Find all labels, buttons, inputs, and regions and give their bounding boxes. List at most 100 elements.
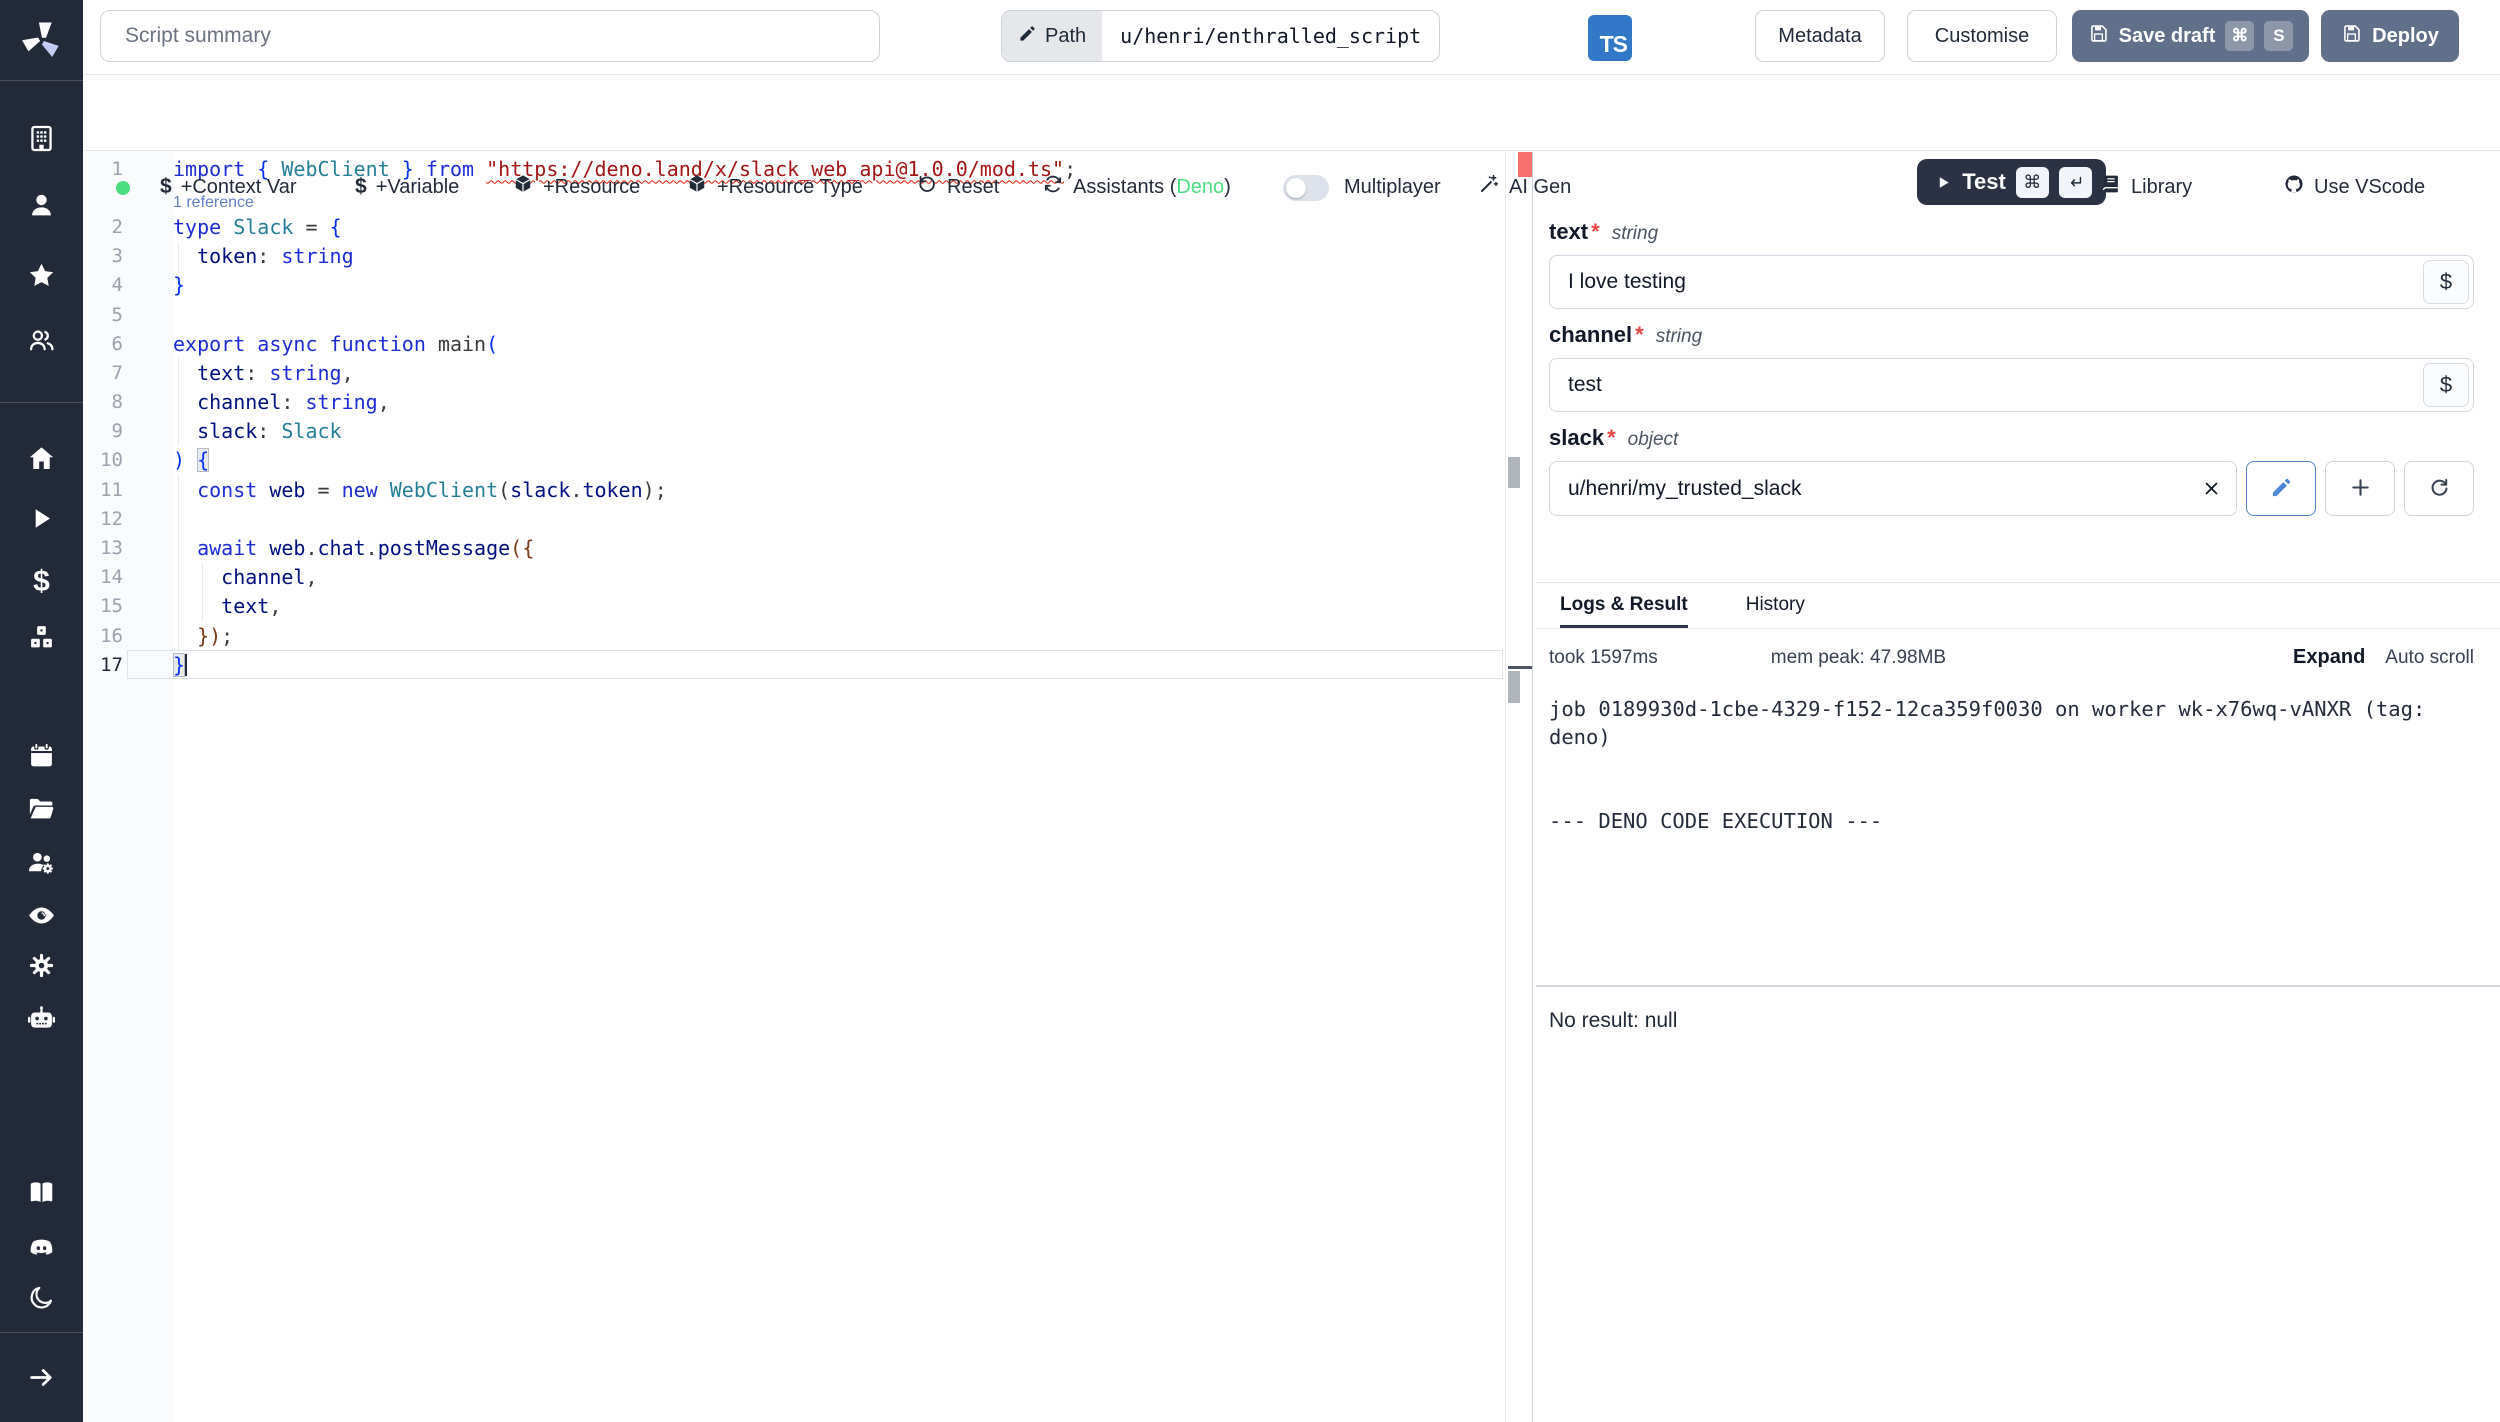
path-edit-button[interactable]: Path	[1002, 11, 1102, 61]
sidebar-item-variables[interactable]: $	[0, 559, 83, 605]
sidebar-item-schedules[interactable]	[0, 732, 83, 778]
code-line[interactable]: 14 channel,	[83, 563, 1505, 592]
sidebar: $	[0, 0, 83, 1422]
code-line[interactable]: 11 const web = new WebClient(slack.token…	[83, 475, 1505, 504]
refresh-icon	[1042, 173, 1064, 201]
add-resource-button[interactable]	[2325, 461, 2395, 516]
code-line[interactable]: 5	[83, 300, 1505, 329]
edit-resource-button[interactable]	[2246, 461, 2316, 516]
code-line[interactable]: 12	[83, 504, 1505, 533]
tab-logs-result[interactable]: Logs & Result	[1560, 594, 1688, 628]
multiplayer-label: Multiplayer	[1344, 164, 1441, 210]
add-resource-button[interactable]: +Resource	[512, 164, 640, 210]
sidebar-item-docs[interactable]	[0, 1169, 83, 1215]
save-draft-button[interactable]: Save draft ⌘ S	[2072, 10, 2309, 62]
add-context-var-button[interactable]: $+Context Var	[160, 164, 297, 210]
auto-scroll-toggle[interactable]: Auto scroll	[2385, 647, 2474, 669]
line-number: 2	[83, 216, 123, 238]
path-chip[interactable]: Path u/henri/enthralled_script	[1001, 10, 1440, 62]
editor-overview-ruler[interactable]	[1505, 152, 1532, 1422]
line-number: 12	[83, 508, 123, 530]
expand-logs-button[interactable]: Expand	[2293, 646, 2365, 669]
log-line: job 0189930d-1cbe-4329-f152-12ca359f0030…	[1549, 695, 2474, 751]
cmd-key-hint: ⌘	[2016, 167, 2049, 198]
text-arg-input[interactable]: $	[1549, 255, 2474, 309]
use-vscode-button[interactable]: Use VScode	[2283, 164, 2425, 210]
insert-variable-button[interactable]: $	[2423, 363, 2469, 407]
sidebar-item-workers[interactable]	[0, 839, 83, 885]
s-key-hint: S	[2264, 21, 2293, 51]
sidebar-item-favorites[interactable]	[0, 252, 83, 298]
reset-button[interactable]: Reset	[916, 164, 999, 210]
sidebar-item-discord[interactable]	[0, 1225, 83, 1271]
sidebar-item-theme[interactable]	[0, 1274, 83, 1320]
code-line[interactable]: 16 });	[83, 621, 1505, 650]
save-icon	[2088, 23, 2109, 50]
code-line[interactable]: 6export async function main(	[83, 329, 1505, 358]
sidebar-item-folders[interactable]	[0, 785, 83, 831]
sidebar-item-runs[interactable]	[0, 495, 83, 541]
insert-variable-button[interactable]: $	[2423, 260, 2469, 304]
code-line[interactable]: 2type Slack = {	[83, 212, 1505, 241]
slack-resource-select[interactable]: u/henri/my_trusted_slack	[1549, 461, 2237, 516]
log-output: job 0189930d-1cbe-4329-f152-12ca359f0030…	[1549, 695, 2474, 985]
deploy-button[interactable]: Deploy	[2321, 10, 2459, 62]
clear-resource-icon[interactable]	[2203, 462, 2220, 515]
sidebar-item-audit-logs[interactable]	[0, 892, 83, 938]
code-line[interactable]: 4}	[83, 271, 1505, 300]
code-line[interactable]: 9 slack: Slack	[83, 417, 1505, 446]
plus-icon	[2349, 476, 2372, 502]
indent-guide	[178, 504, 179, 533]
script-summary-input[interactable]	[100, 10, 880, 62]
scrollbar-marker	[1508, 671, 1520, 703]
sidebar-item-user[interactable]	[0, 182, 83, 228]
sidebar-item-members[interactable]	[0, 317, 83, 363]
line-number: 16	[83, 625, 123, 647]
multiplayer-toggle[interactable]	[1283, 175, 1329, 201]
library-button[interactable]: Library	[2100, 164, 2192, 210]
run-stats: took 1597ms mem peak: 47.98MB Expand Aut…	[1549, 646, 2474, 669]
add-variable-button[interactable]: $+Variable	[355, 164, 459, 210]
add-resource-type-button[interactable]: +Resource Type	[686, 164, 863, 210]
slack-resource-value: u/henri/my_trusted_slack	[1568, 477, 1801, 501]
sidebar-item-workspace[interactable]	[0, 115, 83, 161]
pane-resize-handle[interactable]	[1532, 152, 1533, 1422]
cursor-marker	[1508, 666, 1533, 669]
channel-arg-value[interactable]	[1550, 373, 2473, 397]
metadata-button[interactable]: Metadata	[1755, 10, 1885, 62]
line-number: 1	[83, 158, 123, 180]
result-text: No result: null	[1549, 987, 2474, 1033]
code-line[interactable]: 7 text: string,	[83, 358, 1505, 387]
sidebar-item-collapse[interactable]	[0, 1354, 83, 1400]
log-line: --- DENO CODE EXECUTION ---	[1549, 807, 2474, 835]
current-line-highlight	[127, 650, 1503, 679]
windmill-logo-icon[interactable]	[0, 8, 83, 70]
line-number: 13	[83, 537, 123, 559]
code-line[interactable]: 8 channel: string,	[83, 388, 1505, 417]
code-line[interactable]: 15 text,	[83, 592, 1505, 621]
sidebar-item-ai[interactable]	[0, 995, 83, 1041]
test-button[interactable]: Test ⌘	[1917, 159, 2106, 205]
code-line[interactable]: 10) {	[83, 446, 1505, 475]
code-line[interactable]: 3 token: string	[83, 242, 1505, 271]
tab-history[interactable]: History	[1746, 594, 1805, 628]
channel-arg-input[interactable]: $	[1549, 358, 2474, 412]
line-number: 9	[83, 420, 123, 442]
customise-button[interactable]: Customise	[1907, 10, 2057, 62]
code-line[interactable]: 13 await web.chat.postMessage({	[83, 533, 1505, 562]
pencil-icon	[2270, 476, 2293, 502]
cmd-key-hint: ⌘	[2225, 21, 2254, 51]
refresh-resource-button[interactable]	[2404, 461, 2474, 516]
sidebar-item-home[interactable]	[0, 435, 83, 481]
sidebar-divider	[0, 402, 83, 403]
code-line[interactable]: 17}	[83, 650, 1505, 679]
result-tabs: Logs & Result History	[1536, 583, 2500, 629]
sidebar-item-resources[interactable]	[0, 614, 83, 660]
sidebar-divider	[0, 1332, 83, 1333]
text-arg-value[interactable]	[1550, 270, 2473, 294]
github-icon	[2283, 173, 2305, 201]
sidebar-item-settings[interactable]	[0, 942, 83, 988]
code-editor[interactable]: 1import { WebClient } from "https://deno…	[83, 152, 1505, 1422]
assistants-button[interactable]: Assistants (Deno)	[1042, 164, 1231, 210]
ai-gen-button[interactable]: AI Gen	[1478, 164, 1571, 210]
